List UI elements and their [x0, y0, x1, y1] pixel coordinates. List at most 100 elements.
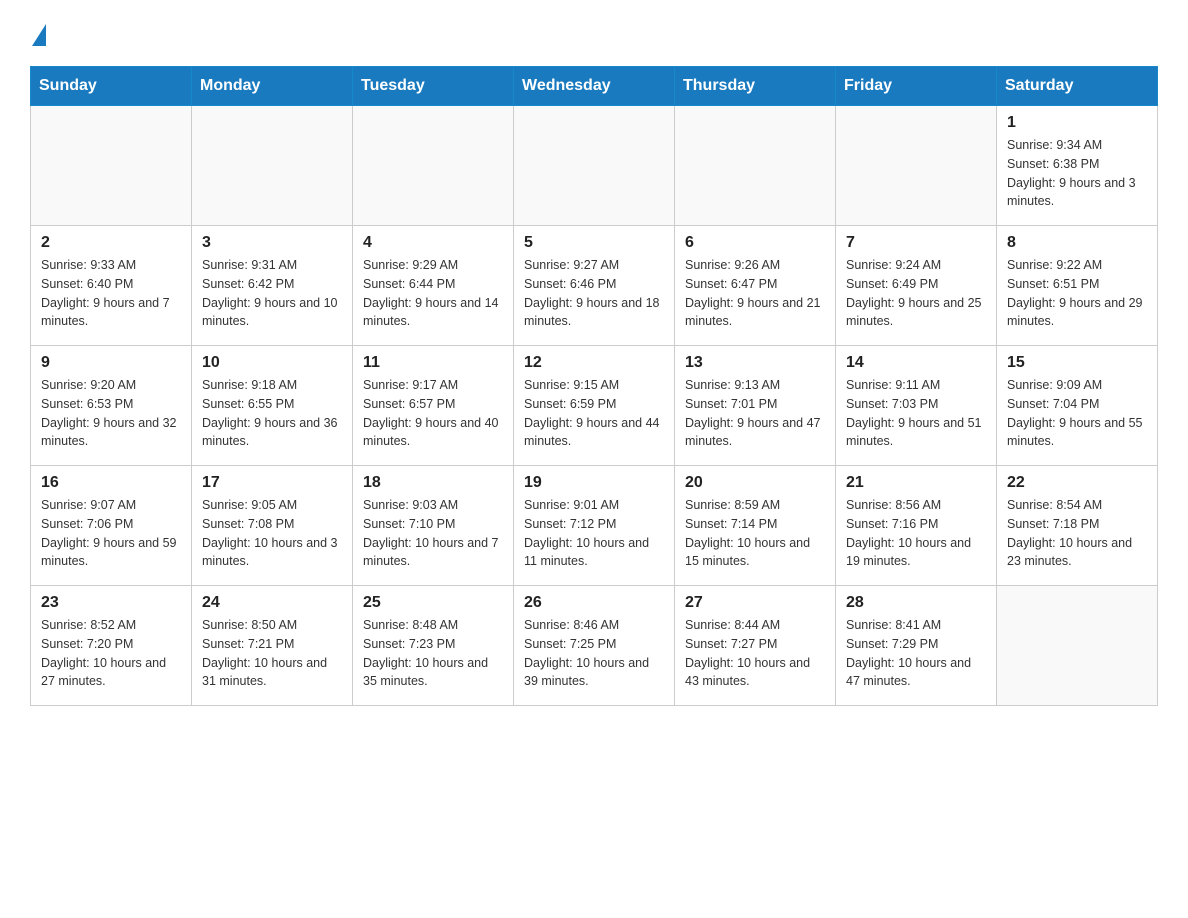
day-info: Sunrise: 8:59 AM Sunset: 7:14 PM Dayligh… [685, 496, 825, 571]
calendar-cell: 20 Sunrise: 8:59 AM Sunset: 7:14 PM Dayli… [675, 466, 836, 586]
day-number: 18 [363, 474, 503, 492]
calendar-cell: 9 Sunrise: 9:20 AM Sunset: 6:53 PM Daylig… [31, 346, 192, 466]
day-number: 27 [685, 594, 825, 612]
column-header-thursday: Thursday [675, 67, 836, 106]
day-info: Sunrise: 8:48 AM Sunset: 7:23 PM Dayligh… [363, 616, 503, 691]
day-info: Sunrise: 9:34 AM Sunset: 6:38 PM Dayligh… [1007, 136, 1147, 211]
day-info: Sunrise: 9:18 AM Sunset: 6:55 PM Dayligh… [202, 376, 342, 451]
day-number: 23 [41, 594, 181, 612]
day-number: 14 [846, 354, 986, 372]
day-number: 16 [41, 474, 181, 492]
day-info: Sunrise: 9:13 AM Sunset: 7:01 PM Dayligh… [685, 376, 825, 451]
calendar-cell: 4 Sunrise: 9:29 AM Sunset: 6:44 PM Daylig… [353, 226, 514, 346]
day-info: Sunrise: 9:17 AM Sunset: 6:57 PM Dayligh… [363, 376, 503, 451]
day-number: 26 [524, 594, 664, 612]
calendar-cell: 22Sunrise: 8:54 AM Sunset: 7:18 PM Dayli… [997, 466, 1158, 586]
day-number: 19 [524, 474, 664, 492]
day-number: 15 [1007, 354, 1147, 372]
column-header-friday: Friday [836, 67, 997, 106]
calendar-cell: 5 Sunrise: 9:27 AM Sunset: 6:46 PM Daylig… [514, 226, 675, 346]
calendar-week-row: 9 Sunrise: 9:20 AM Sunset: 6:53 PM Daylig… [31, 346, 1158, 466]
day-number: 10 [202, 354, 342, 372]
day-info: Sunrise: 8:52 AM Sunset: 7:20 PM Dayligh… [41, 616, 181, 691]
calendar-cell: 28 Sunrise: 8:41 AM Sunset: 7:29 PM Dayli… [836, 586, 997, 706]
day-info: Sunrise: 9:27 AM Sunset: 6:46 PM Dayligh… [524, 256, 664, 331]
day-info: Sunrise: 9:07 AM Sunset: 7:06 PM Dayligh… [41, 496, 181, 571]
calendar-cell: 8Sunrise: 9:22 AM Sunset: 6:51 PM Daylig… [997, 226, 1158, 346]
day-info: Sunrise: 8:54 AM Sunset: 7:18 PM Dayligh… [1007, 496, 1147, 571]
day-number: 6 [685, 234, 825, 252]
calendar-cell: 13Sunrise: 9:13 AM Sunset: 7:01 PM Dayli… [675, 346, 836, 466]
calendar-cell [675, 106, 836, 226]
calendar-cell: 21 Sunrise: 8:56 AM Sunset: 7:16 PM Dayli… [836, 466, 997, 586]
calendar-cell: 19 Sunrise: 9:01 AM Sunset: 7:12 PM Dayli… [514, 466, 675, 586]
calendar-cell: 26 Sunrise: 8:46 AM Sunset: 7:25 PM Dayli… [514, 586, 675, 706]
day-number: 2 [41, 234, 181, 252]
logo [30, 20, 46, 46]
day-number: 25 [363, 594, 503, 612]
calendar-week-row: 23 Sunrise: 8:52 AM Sunset: 7:20 PM Dayli… [31, 586, 1158, 706]
column-header-tuesday: Tuesday [353, 67, 514, 106]
calendar-week-row: 16 Sunrise: 9:07 AM Sunset: 7:06 PM Dayli… [31, 466, 1158, 586]
calendar-cell: 17 Sunrise: 9:05 AM Sunset: 7:08 PM Dayli… [192, 466, 353, 586]
day-number: 8 [1007, 234, 1147, 252]
calendar-week-row: 2 Sunrise: 9:33 AM Sunset: 6:40 PM Daylig… [31, 226, 1158, 346]
column-header-saturday: Saturday [997, 67, 1158, 106]
day-number: 3 [202, 234, 342, 252]
day-info: Sunrise: 9:31 AM Sunset: 6:42 PM Dayligh… [202, 256, 342, 331]
day-info: Sunrise: 9:24 AM Sunset: 6:49 PM Dayligh… [846, 256, 986, 331]
column-header-monday: Monday [192, 67, 353, 106]
day-number: 28 [846, 594, 986, 612]
calendar-cell [997, 586, 1158, 706]
calendar-cell: 18 Sunrise: 9:03 AM Sunset: 7:10 PM Dayli… [353, 466, 514, 586]
logo-triangle-icon [32, 24, 46, 46]
day-info: Sunrise: 9:09 AM Sunset: 7:04 PM Dayligh… [1007, 376, 1147, 451]
day-info: Sunrise: 9:11 AM Sunset: 7:03 PM Dayligh… [846, 376, 986, 451]
day-info: Sunrise: 9:33 AM Sunset: 6:40 PM Dayligh… [41, 256, 181, 331]
calendar-cell: 15 Sunrise: 9:09 AM Sunset: 7:04 PM Dayli… [997, 346, 1158, 466]
calendar-cell: 10 Sunrise: 9:18 AM Sunset: 6:55 PM Dayli… [192, 346, 353, 466]
calendar-cell [192, 106, 353, 226]
day-info: Sunrise: 8:46 AM Sunset: 7:25 PM Dayligh… [524, 616, 664, 691]
day-info: Sunrise: 8:50 AM Sunset: 7:21 PM Dayligh… [202, 616, 342, 691]
day-info: Sunrise: 9:05 AM Sunset: 7:08 PM Dayligh… [202, 496, 342, 571]
calendar-cell [353, 106, 514, 226]
calendar-cell: 27 Sunrise: 8:44 AM Sunset: 7:27 PM Dayli… [675, 586, 836, 706]
calendar-cell [31, 106, 192, 226]
calendar-cell [836, 106, 997, 226]
calendar-cell: 11 Sunrise: 9:17 AM Sunset: 6:57 PM Dayli… [353, 346, 514, 466]
day-info: Sunrise: 8:44 AM Sunset: 7:27 PM Dayligh… [685, 616, 825, 691]
day-number: 24 [202, 594, 342, 612]
day-number: 4 [363, 234, 503, 252]
calendar-week-row: 1Sunrise: 9:34 AM Sunset: 6:38 PM Daylig… [31, 106, 1158, 226]
calendar-header-row: SundayMondayTuesdayWednesdayThursdayFrid… [31, 67, 1158, 106]
day-number: 11 [363, 354, 503, 372]
calendar-table: SundayMondayTuesdayWednesdayThursdayFrid… [30, 66, 1158, 706]
day-number: 20 [685, 474, 825, 492]
calendar-cell: 24 Sunrise: 8:50 AM Sunset: 7:21 PM Dayli… [192, 586, 353, 706]
day-info: Sunrise: 8:41 AM Sunset: 7:29 PM Dayligh… [846, 616, 986, 691]
calendar-cell: 14 Sunrise: 9:11 AM Sunset: 7:03 PM Dayli… [836, 346, 997, 466]
day-number: 17 [202, 474, 342, 492]
column-header-wednesday: Wednesday [514, 67, 675, 106]
day-number: 21 [846, 474, 986, 492]
calendar-cell [514, 106, 675, 226]
day-number: 12 [524, 354, 664, 372]
day-info: Sunrise: 9:15 AM Sunset: 6:59 PM Dayligh… [524, 376, 664, 451]
day-number: 7 [846, 234, 986, 252]
calendar-cell: 12 Sunrise: 9:15 AM Sunset: 6:59 PM Dayli… [514, 346, 675, 466]
day-info: Sunrise: 8:56 AM Sunset: 7:16 PM Dayligh… [846, 496, 986, 571]
calendar-cell: 1Sunrise: 9:34 AM Sunset: 6:38 PM Daylig… [997, 106, 1158, 226]
day-info: Sunrise: 9:29 AM Sunset: 6:44 PM Dayligh… [363, 256, 503, 331]
day-info: Sunrise: 9:01 AM Sunset: 7:12 PM Dayligh… [524, 496, 664, 571]
day-number: 9 [41, 354, 181, 372]
calendar-cell: 3 Sunrise: 9:31 AM Sunset: 6:42 PM Daylig… [192, 226, 353, 346]
day-number: 5 [524, 234, 664, 252]
day-info: Sunrise: 9:03 AM Sunset: 7:10 PM Dayligh… [363, 496, 503, 571]
day-info: Sunrise: 9:20 AM Sunset: 6:53 PM Dayligh… [41, 376, 181, 451]
calendar-cell: 2 Sunrise: 9:33 AM Sunset: 6:40 PM Daylig… [31, 226, 192, 346]
day-info: Sunrise: 9:26 AM Sunset: 6:47 PM Dayligh… [685, 256, 825, 331]
calendar-cell: 23 Sunrise: 8:52 AM Sunset: 7:20 PM Dayli… [31, 586, 192, 706]
calendar-cell: 6 Sunrise: 9:26 AM Sunset: 6:47 PM Daylig… [675, 226, 836, 346]
calendar-cell: 16 Sunrise: 9:07 AM Sunset: 7:06 PM Dayli… [31, 466, 192, 586]
